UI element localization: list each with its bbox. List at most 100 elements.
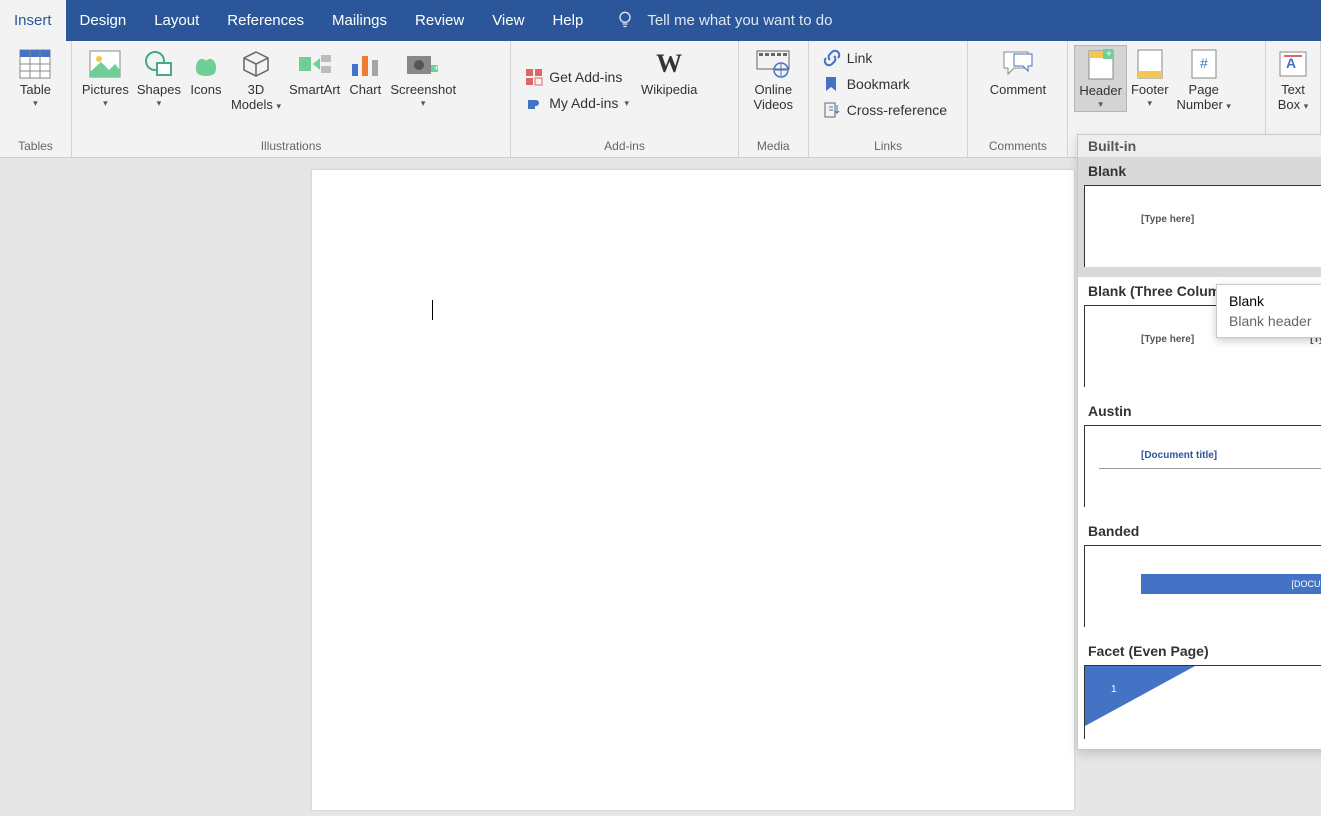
page-number-label-2: Number [1177,97,1223,112]
group-label-links: Links [809,139,968,157]
store-icon [525,68,543,86]
text-box-label-2: Box [1278,97,1300,112]
group-label-addins: Add-ins [511,139,738,157]
link-icon [823,49,841,67]
pictures-button[interactable]: Pictures ▾ [78,45,133,110]
cube-icon [239,47,273,81]
my-addins-button[interactable]: My Add-ins ▾ [523,92,631,114]
table-label: Table [20,83,51,98]
preview-triangle-overlay [1085,666,1170,711]
tab-view[interactable]: View [478,0,538,41]
gallery-item-austin[interactable]: Austin [Document title] [1078,397,1321,517]
preview-placeholder: [Document title] [1141,450,1217,461]
tab-mailings[interactable]: Mailings [318,0,401,41]
gallery-item-name: Banded [1078,523,1321,545]
chart-button[interactable]: Chart [344,45,386,100]
bookmark-label: Bookmark [847,76,910,92]
tab-references[interactable]: References [213,0,318,41]
tab-insert[interactable]: Insert [0,0,66,41]
header-button[interactable]: + Header ▾ [1074,45,1127,112]
icons-icon [189,47,223,81]
text-box-button[interactable]: A Text Box ▾ [1272,45,1314,115]
gallery-item-name: Austin [1078,403,1321,425]
document-page[interactable] [312,170,1074,810]
chart-label: Chart [349,83,381,98]
link-button[interactable]: Link [821,47,949,69]
smartart-button[interactable]: SmartArt [285,45,344,100]
header-icon: + [1084,48,1118,82]
chevron-down-icon: ▾ [33,98,38,108]
tell-me[interactable]: Tell me what you want to do [597,0,832,41]
group-label-tables: Tables [0,139,71,157]
group-label-illustrations: Illustrations [72,139,510,157]
shapes-icon [142,47,176,81]
footer-label: Footer [1131,83,1169,98]
header-label: Header [1079,84,1122,99]
online-videos-button[interactable]: Online Videos [750,45,798,115]
comment-button[interactable]: Comment [986,45,1050,100]
gallery-item-facet-even[interactable]: Facet (Even Page) 1 [1078,637,1321,749]
smartart-icon [298,47,332,81]
tab-review[interactable]: Review [401,0,478,41]
svg-text:#: # [1200,55,1208,71]
online-videos-label-1: Online [754,83,792,98]
tab-help[interactable]: Help [538,0,597,41]
table-button[interactable]: Table ▾ [14,45,56,110]
get-addins-label: Get Add-ins [549,69,622,85]
wikipedia-button[interactable]: W Wikipedia [637,45,701,100]
gallery-item-blank[interactable]: Blank [Type here] [1078,157,1321,277]
tab-design[interactable]: Design [66,0,141,41]
screenshot-button[interactable]: + Screenshot ▾ [386,45,460,110]
chevron-down-icon: ▾ [1098,99,1103,109]
link-label: Link [847,50,873,66]
comment-label: Comment [990,83,1046,98]
video-icon [756,47,790,81]
bookmark-icon [823,75,841,93]
gallery-item-banded[interactable]: Banded [DOCUME [1078,517,1321,637]
tooltip-description: Blank header [1229,313,1313,329]
chevron-down-icon: ▾ [624,98,629,109]
cross-reference-button[interactable]: Cross-reference [821,99,949,121]
text-cursor [432,300,433,320]
footer-button[interactable]: Footer ▾ [1127,45,1173,110]
svg-text:+: + [1106,49,1112,60]
header-gallery: Built-in Blank [Type here] Blank (Three … [1077,134,1321,750]
shapes-button[interactable]: Shapes ▾ [133,45,185,110]
group-label-media: Media [739,139,808,157]
pictures-label: Pictures [82,83,129,98]
get-addins-button[interactable]: Get Add-ins [523,66,631,88]
lightbulb-icon [615,9,635,33]
my-addins-label: My Add-ins [549,95,618,111]
chevron-down-icon: ▾ [276,101,281,111]
page-number-button[interactable]: # Page Number ▾ [1173,45,1235,115]
tab-layout[interactable]: Layout [140,0,213,41]
gallery-section-title: Built-in [1078,135,1321,157]
text-box-icon: A [1276,47,1310,81]
svg-text:+: + [434,63,439,73]
table-icon [18,47,52,81]
wikipedia-label: Wikipedia [641,83,697,98]
text-box-label-1: Text [1281,83,1305,98]
cross-reference-icon [823,101,841,119]
3d-models-label-1: 3D [248,83,265,98]
icons-label: Icons [190,83,221,98]
online-videos-label-2: Videos [754,98,794,113]
3d-models-button[interactable]: 3D 3D ModelsModels ▾ [227,45,285,115]
preview-placeholder: [DOCUME [1292,579,1321,589]
chevron-down-icon: ▾ [157,98,162,108]
icons-button[interactable]: Icons [185,45,227,100]
screenshot-label: Screenshot [390,83,456,98]
chevron-down-icon: ▾ [1147,98,1152,108]
chevron-down-icon: ▾ [421,98,426,108]
comment-icon [1001,47,1035,81]
wikipedia-icon: W [652,47,686,81]
bookmark-button[interactable]: Bookmark [821,73,949,95]
group-label-comments: Comments [968,139,1067,157]
preview-placeholder: [Type here] [1141,334,1194,345]
gallery-item-name: Facet (Even Page) [1078,643,1321,665]
svg-text:A: A [1286,55,1296,71]
tooltip-title: Blank [1229,293,1313,309]
tooltip: Blank Blank header [1216,284,1321,338]
pictures-icon [88,47,122,81]
smartart-label: SmartArt [289,83,340,98]
